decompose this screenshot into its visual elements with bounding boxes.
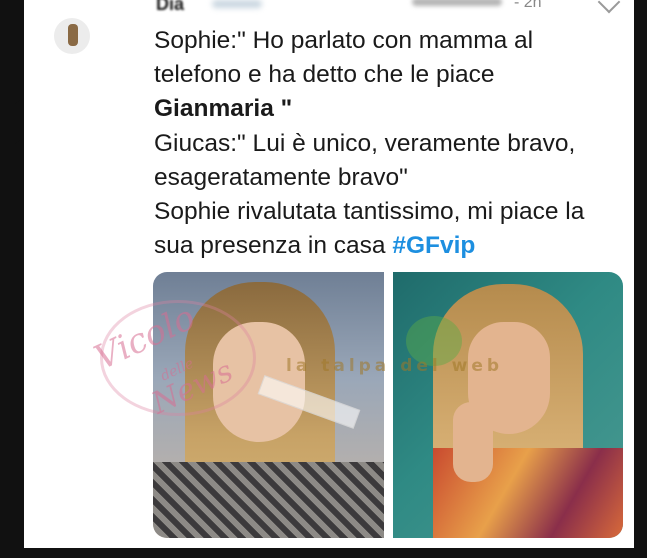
photo-subject-jacket [153, 462, 384, 538]
screen-frame-bottom [0, 548, 647, 558]
watermark-banner: la talpa del web [286, 356, 504, 376]
tweet-line: Sophie:" Ho parlato con mamma al [154, 27, 534, 54]
tweet-line-text: sua presenza in casa [154, 232, 393, 260]
author-name[interactable]: Dia [156, 0, 184, 15]
screen-frame-right [634, 0, 647, 558]
tweet-line-last: sua presenza in casa #GFvip [154, 229, 624, 263]
author-handle-blurred [412, 0, 502, 6]
screen-frame-left [0, 0, 24, 558]
photo-subject-hand [453, 402, 493, 482]
avatar[interactable] [54, 18, 90, 54]
hashtag-link[interactable]: #GFvip [392, 232, 475, 259]
tweet-line: telefono e ha detto che le piace [154, 61, 495, 89]
tweet-text: Sophie:" Ho parlato con mamma al telefon… [154, 24, 624, 263]
tweet-line: Sophie rivalutata tantissimo, mi piace l… [154, 198, 585, 226]
verified-badge-blurred [212, 0, 262, 8]
chevron-down-icon[interactable] [597, 0, 621, 14]
tweet-line: Gianmaria " [154, 95, 293, 123]
media-photo-right[interactable] [393, 272, 623, 538]
tweet-line: esageratamente bravo" [154, 163, 408, 191]
tweet-header: Dia - 2h [152, 0, 552, 16]
tweet-time: - 2h [514, 0, 542, 11]
avatar-figure [68, 24, 78, 46]
tweet-card[interactable]: Dia - 2h Sophie:" Ho parlato con mamma a… [24, 0, 634, 548]
tweet-line: Giucas:" Lui è unico, veramente bravo, [154, 129, 576, 157]
